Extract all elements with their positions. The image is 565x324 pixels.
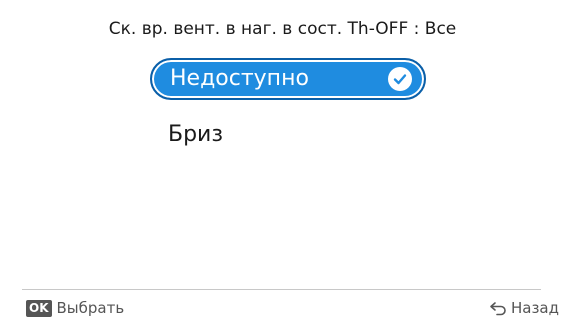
settings-screen: Ск. вр. вент. в наг. в сост. Th-OFF : Вс… [0, 0, 565, 324]
select-action[interactable]: OK Выбрать [26, 299, 124, 317]
footer-divider [22, 289, 541, 290]
option-unavailable[interactable]: Недоступно [150, 58, 426, 100]
option-label: Недоступно [170, 66, 309, 91]
check-circle-icon [388, 67, 412, 91]
back-action[interactable]: Назад [488, 299, 559, 317]
option-label: Бриз [168, 122, 224, 147]
page-title: Ск. вр. вент. в наг. в сост. Th-OFF : Вс… [108, 19, 457, 39]
back-label: Назад [510, 299, 559, 317]
select-label: Выбрать [56, 299, 125, 317]
undo-arrow-icon [488, 300, 508, 316]
option-list: Недоступно Бриз [150, 58, 440, 170]
option-breeze[interactable]: Бриз [150, 114, 426, 156]
ok-key-badge: OK [26, 299, 52, 317]
